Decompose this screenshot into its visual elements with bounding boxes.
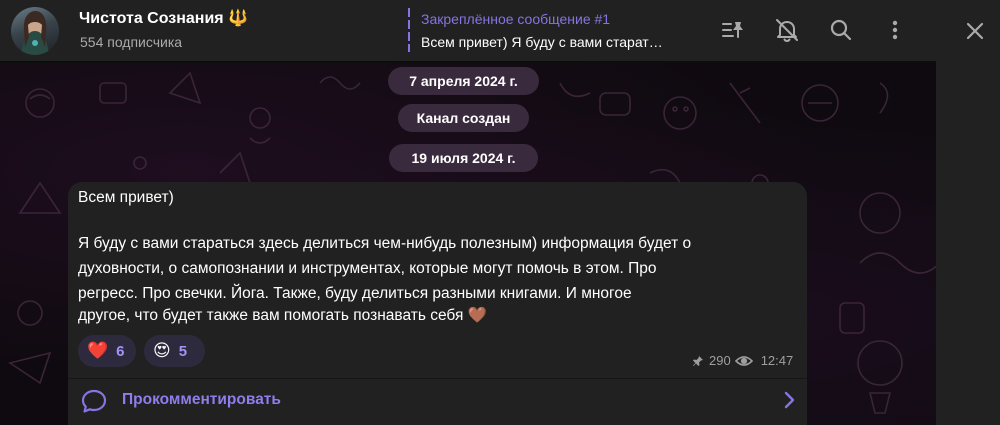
reaction-heart-eyes[interactable]: 😍 5: [144, 335, 205, 367]
message-line: другое, что будет также вам помогать поз…: [78, 307, 487, 324]
close-icon[interactable]: [961, 17, 989, 45]
search-icon[interactable]: [827, 16, 855, 44]
message-bubble[interactable]: Всем привет) Я буду с вами стараться зде…: [68, 182, 807, 425]
message-time: 12:47: [760, 353, 794, 368]
message-meta: 290 12:47: [692, 353, 793, 368]
channel-title[interactable]: Чистота Сознания 🔱: [79, 8, 248, 28]
comment-button[interactable]: Прокомментировать: [122, 391, 281, 409]
heart-eyes-emoji-icon: 😍: [153, 341, 171, 360]
bell-off-icon[interactable]: [773, 16, 801, 44]
reaction-heart[interactable]: ❤️ 6: [78, 335, 136, 367]
message-line: регресс. Про свечки. Йога. Также, буду д…: [78, 285, 632, 302]
more-vertical-icon[interactable]: [881, 16, 909, 44]
pinned-title: Закреплённое сообщение #1: [421, 11, 611, 27]
chat-header: Чистота Сознания 🔱 554 подписчика Закреп…: [0, 0, 936, 62]
service-message-created: Канал создан: [398, 104, 529, 132]
view-count: 290: [709, 353, 731, 368]
pinned-preview: Всем привет) Я буду с вами старат…: [421, 34, 663, 50]
message-line: Я буду с вами стараться здесь делиться ч…: [78, 235, 692, 252]
comment-icon[interactable]: [80, 387, 108, 415]
message-line: Всем привет): [78, 189, 174, 206]
reaction-count: 5: [178, 342, 188, 360]
date-pill-1: 7 апреля 2024 г.: [388, 67, 539, 95]
right-panel: [936, 0, 1000, 425]
reaction-count: 6: [116, 342, 125, 360]
pinned-list-icon[interactable]: [719, 16, 747, 44]
pinned-message[interactable]: Закреплённое сообщение #1 Всем привет) Я…: [408, 8, 698, 52]
pinned-indicator: [408, 8, 410, 52]
pin-icon: [692, 355, 704, 367]
chevron-right-icon[interactable]: [779, 390, 799, 410]
channel-avatar[interactable]: [11, 7, 59, 55]
subscriber-count: 554 подписчика: [80, 34, 183, 50]
message-line: духовности, о самопознании и инструмента…: [78, 260, 657, 277]
date-pill-2: 19 июля 2024 г.: [389, 144, 538, 172]
eye-icon: [734, 355, 753, 367]
comments-divider: [68, 378, 807, 379]
heart-emoji-icon: ❤️: [87, 341, 109, 360]
